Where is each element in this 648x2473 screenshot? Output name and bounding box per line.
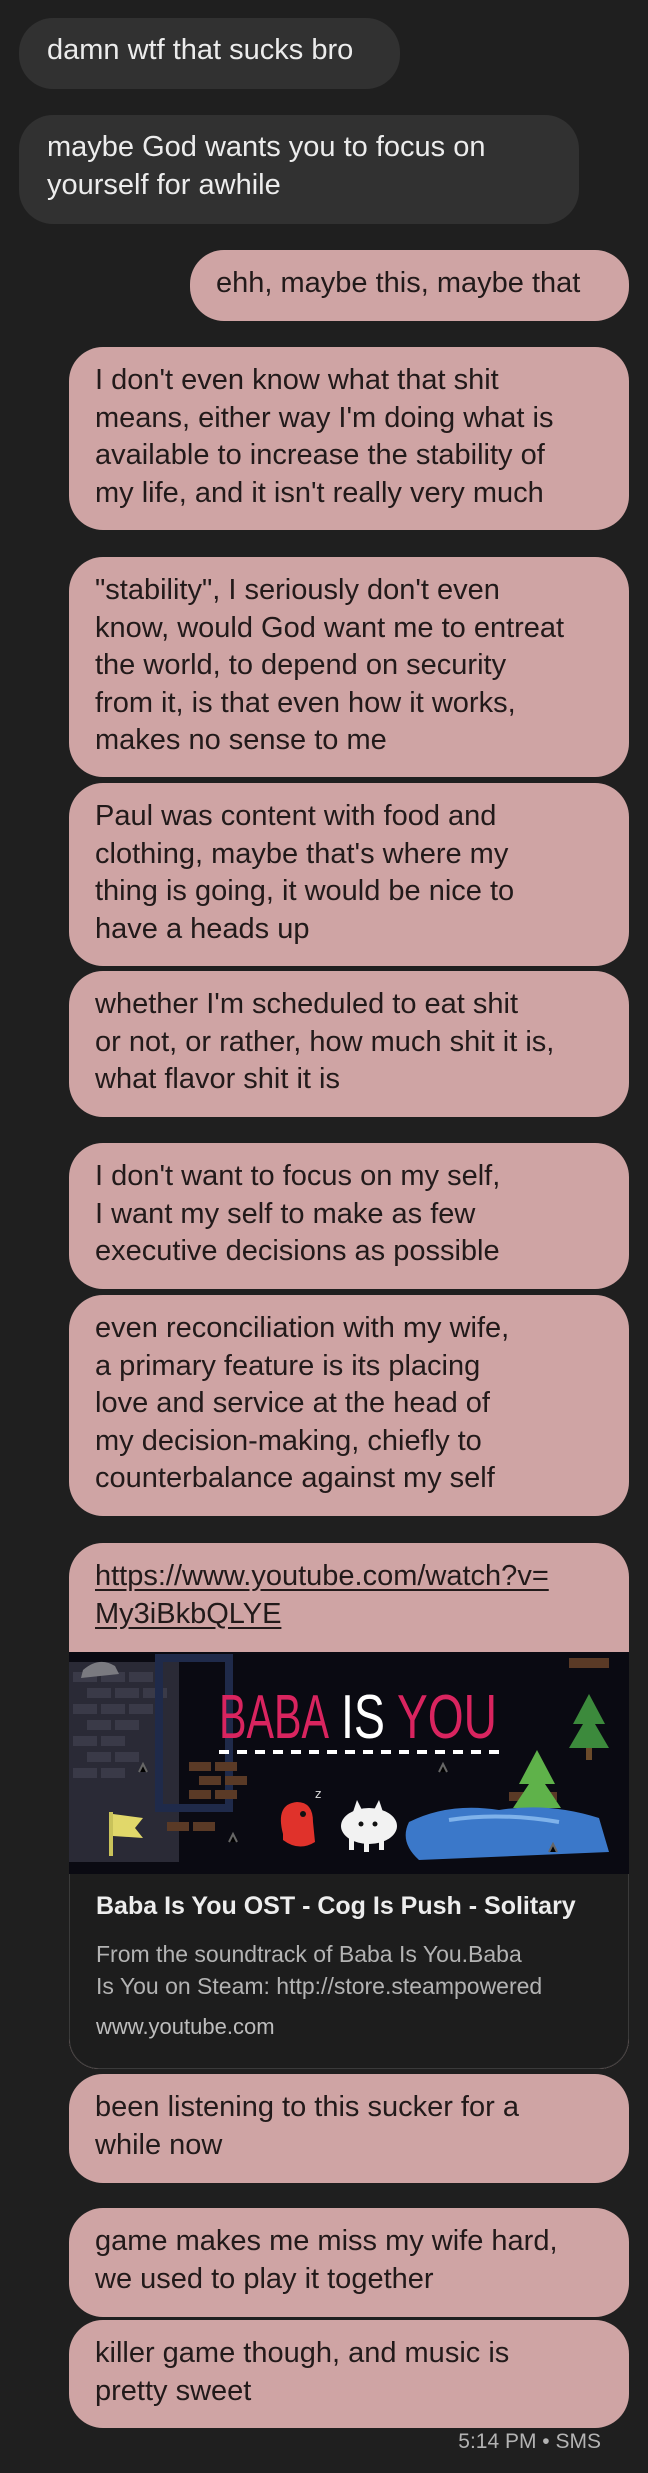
link-preview-card[interactable]: https://www.youtube.com/watch?v= My3iBkb… <box>69 1543 629 2069</box>
outgoing-message[interactable]: I don't want to focus on my self, I want… <box>69 1143 629 1289</box>
svg-text:z: z <box>315 1787 321 1801</box>
outgoing-message[interactable]: I don't even know what that shit means, … <box>69 347 629 530</box>
link-url[interactable]: https://www.youtube.com/watch?v= My3iBkb… <box>95 1558 607 1633</box>
outgoing-message[interactable]: even reconciliation with my wife, a prim… <box>69 1295 629 1516</box>
outgoing-message[interactable]: ehh, maybe this, maybe that <box>190 250 629 321</box>
preview-title: Baba Is You OST - Cog Is Push - Solitary <box>96 1892 576 1920</box>
outgoing-message[interactable]: Paul was content with food and clothing,… <box>69 783 629 966</box>
thumbnail-title-you: YOU <box>397 1683 497 1752</box>
message-timestamp: 5:14 PM • SMS <box>458 2430 601 2453</box>
link-preview-details[interactable]: Baba Is You OST - Cog Is Push - Solitary… <box>69 1874 629 2069</box>
incoming-message[interactable]: maybe God wants you to focus on yourself… <box>19 115 579 224</box>
incoming-message[interactable]: damn wtf that sucks bro <box>19 18 400 89</box>
outgoing-message[interactable]: game makes me miss my wife hard, we used… <box>69 2208 629 2317</box>
outgoing-message[interactable]: been listening to this sucker for a whil… <box>69 2074 629 2183</box>
preview-domain: www.youtube.com <box>96 2014 275 2039</box>
outgoing-message[interactable]: "stability", I seriously don't even know… <box>69 557 629 777</box>
thumbnail-title-baba: BABA <box>219 1683 329 1752</box>
preview-description: From the soundtrack of Baba Is You.Baba … <box>96 1941 543 1999</box>
outgoing-message[interactable]: whether I'm scheduled to eat shit or not… <box>69 971 629 1117</box>
thumbnail-title-is: IS <box>341 1683 385 1752</box>
outgoing-message[interactable]: killer game though, and music is pretty … <box>69 2320 629 2428</box>
video-thumbnail[interactable]: z BABA IS YOU <box>69 1652 629 1874</box>
